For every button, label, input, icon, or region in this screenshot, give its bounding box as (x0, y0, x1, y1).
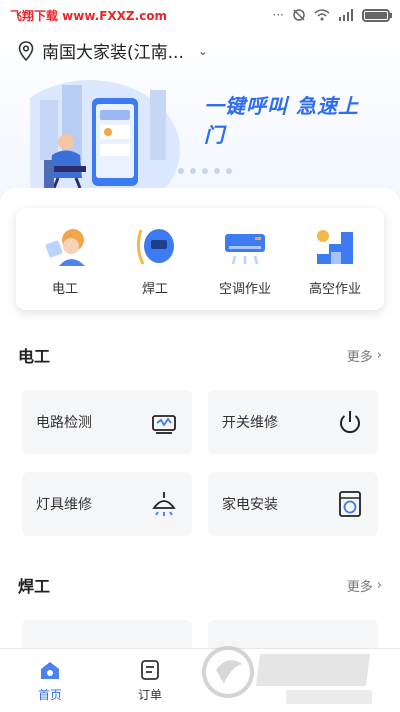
dots-icon: ··· (272, 8, 284, 22)
category-card: 电工 焊工 空调作业 高空作业 (16, 208, 384, 310)
pagination-dot (190, 168, 196, 174)
service-tile[interactable]: 开关维修 (208, 390, 378, 454)
welder-icon (136, 228, 174, 265)
watermark-logo (202, 646, 372, 704)
banner-slogan: 一键呼叫 急速上门 (204, 94, 359, 147)
banner-illustration (0, 80, 180, 220)
alarm-off-icon (293, 9, 305, 21)
air-conditioner-icon (225, 233, 265, 264)
banner-pagination (178, 168, 232, 174)
more-label: 更多 (346, 579, 373, 595)
category-label: 高空作业 (308, 281, 361, 297)
category-label: 焊工 (141, 281, 168, 297)
battery-icon (362, 8, 392, 22)
electrician-icon (45, 228, 85, 266)
high-altitude-icon (317, 229, 353, 264)
location-selector[interactable]: 南国大家装(江南... ⌄ (18, 38, 208, 63)
category-label: 空调作业 (218, 281, 271, 297)
status-icons: ··· (272, 8, 392, 22)
section-header-electrician: 电工 更多 › (0, 342, 400, 368)
tab-label: 订单 (137, 688, 162, 702)
lamp-icon (152, 492, 176, 516)
tab-orders[interactable]: 订单 (100, 649, 200, 712)
pagination-dot (178, 168, 184, 174)
more-label: 更多 (346, 349, 373, 365)
category-electrician[interactable]: 电工 (25, 222, 105, 297)
tab-label: 首页 (37, 688, 62, 702)
service-tile[interactable]: 电路检测 (22, 390, 192, 454)
wifi-icon (314, 9, 330, 21)
main-content: 电工 焊工 空调作业 高空作业 电工 更多 › 电路检测 开关维修 灯具维修 家… (0, 188, 400, 684)
service-label: 电路检测 (36, 415, 92, 431)
service-label: 灯具维修 (36, 497, 92, 513)
category-welder[interactable]: 焊工 (115, 222, 195, 297)
section-title: 电工 (18, 347, 51, 366)
service-label: 开关维修 (222, 415, 278, 431)
chevron-down-icon: ⌄ (197, 43, 208, 58)
more-link[interactable]: 更多 › (347, 576, 382, 595)
more-link[interactable]: 更多 › (347, 346, 382, 365)
header: 南国大家装(江南... ⌄ 一键呼叫 急速上门 (0, 30, 400, 220)
service-tile[interactable]: 灯具维修 (22, 472, 192, 536)
location-pin-icon (18, 40, 34, 61)
home-icon (41, 662, 59, 679)
watermark-text: 飞翔下载 www.FXXZ.com (10, 8, 168, 23)
service-tile[interactable]: 家电安装 (208, 472, 378, 536)
category-label: 电工 (51, 281, 78, 297)
section-header-welder: 焊工 更多 › (0, 572, 400, 598)
pagination-dot (214, 168, 220, 174)
location-text: 南国大家装(江南... (42, 43, 184, 63)
order-icon (141, 660, 159, 680)
status-bar: 飞翔下载 www.FXXZ.com ··· (0, 0, 400, 30)
category-high-altitude[interactable]: 高空作业 (295, 222, 375, 297)
pagination-dot (202, 168, 208, 174)
category-air-conditioner[interactable]: 空调作业 (205, 222, 285, 297)
power-switch-icon (340, 411, 360, 434)
service-label: 家电安装 (222, 497, 278, 513)
tab-home[interactable]: 首页 (0, 649, 100, 712)
washing-machine-icon (339, 491, 361, 517)
pagination-dot (226, 168, 232, 174)
signal-icon (339, 9, 353, 21)
chevron-right-icon: › (376, 577, 382, 593)
circuit-test-icon (152, 415, 176, 434)
service-grid-electrician: 电路检测 开关维修 灯具维修 家电安装 (22, 390, 378, 536)
chevron-right-icon: › (376, 347, 382, 363)
banner[interactable]: 一键呼叫 急速上门 (0, 70, 370, 220)
section-title: 焊工 (18, 577, 51, 596)
